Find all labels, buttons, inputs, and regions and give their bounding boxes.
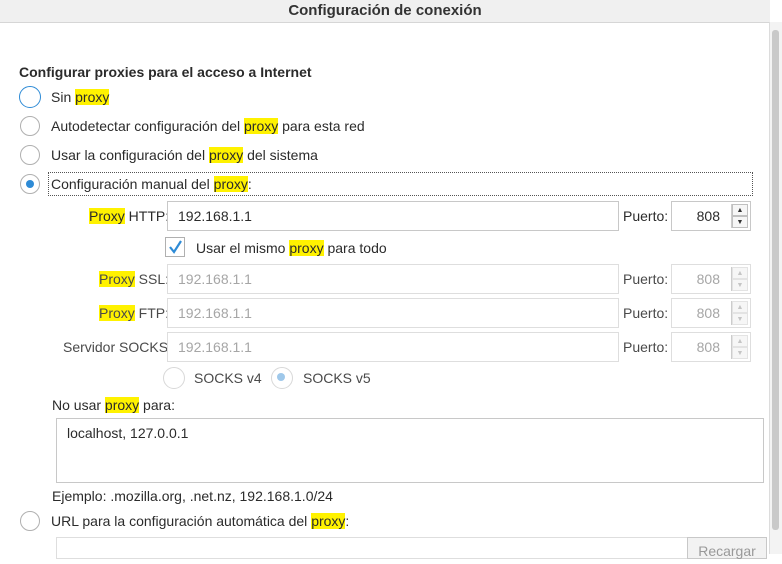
label-same-proxy: Usar el mismo proxy para todo [196, 240, 387, 256]
http-proxy-input[interactable]: 192.168.1.1 [167, 201, 619, 231]
label-auto-detect: Autodetectar configuración del proxy par… [51, 118, 365, 134]
stepper-up-icon[interactable]: ▲ [732, 204, 748, 216]
label-http-proxy: Proxy HTTP: [89, 208, 170, 224]
http-port-stepper[interactable]: 808 ▲ ▼ [671, 201, 751, 231]
label-socks-port: Puerto: [623, 339, 669, 355]
label-no-proxy-for: No usar proxy para: [52, 397, 175, 413]
label-system-proxy: Usar la configuración del proxy del sist… [51, 147, 318, 163]
stepper-up-icon[interactable]: ▲ [732, 335, 748, 347]
label-ftp-port: Puerto: [623, 305, 669, 321]
reload-button[interactable]: Recargar [687, 537, 767, 559]
http-port-value: 808 [696, 208, 720, 224]
ssl-port-value: 808 [696, 271, 720, 287]
auto-config-url-input[interactable] [56, 537, 688, 559]
label-auto-config-url: URL para la configuración automática del… [51, 513, 350, 529]
label-no-proxy: Sin proxy [51, 89, 110, 105]
radio-socks-v4[interactable] [163, 367, 185, 389]
ssl-proxy-input[interactable]: 192.168.1.1 [167, 264, 619, 294]
radio-system-proxy[interactable] [20, 145, 40, 165]
label-manual-proxy: Configuración manual del proxy: [51, 176, 252, 192]
radio-auto-detect[interactable] [20, 116, 40, 136]
socks-port-stepper[interactable]: 808 ▲ ▼ [671, 332, 751, 362]
label-socks-v4: SOCKS v4 [194, 370, 262, 386]
scrollbar[interactable] [769, 22, 782, 554]
stepper-down-icon[interactable]: ▼ [732, 279, 748, 291]
stepper-up-icon[interactable]: ▲ [732, 267, 748, 279]
label-socks-v5: SOCKS v5 [303, 370, 371, 386]
section-title: Configurar proxies para el acceso a Inte… [19, 64, 312, 80]
checkmark-icon [169, 240, 182, 254]
label-http-port: Puerto: [623, 208, 669, 224]
dialog-title: Configuración de conexión [0, 0, 770, 23]
no-proxy-example: Ejemplo: .mozilla.org, .net.nz, 192.168.… [52, 488, 333, 504]
label-ssl-port: Puerto: [623, 271, 669, 287]
radio-socks-v5[interactable] [271, 367, 293, 389]
ftp-port-stepper[interactable]: 808 ▲ ▼ [671, 298, 751, 328]
stepper-up-icon[interactable]: ▲ [732, 301, 748, 313]
radio-auto-config-url[interactable] [20, 511, 40, 531]
stepper-down-icon[interactable]: ▼ [732, 347, 748, 359]
ssl-port-stepper[interactable]: 808 ▲ ▼ [671, 264, 751, 294]
radio-manual-proxy[interactable] [20, 174, 40, 194]
ftp-port-value: 808 [696, 305, 720, 321]
socks-host-input[interactable]: 192.168.1.1 [167, 332, 619, 362]
scrollbar-thumb[interactable] [772, 30, 779, 530]
no-proxy-textarea[interactable]: localhost, 127.0.0.1 [56, 418, 764, 483]
socks-port-value: 808 [696, 339, 720, 355]
label-socks-host: Servidor SOCKS: [63, 339, 172, 355]
stepper-down-icon[interactable]: ▼ [732, 313, 748, 325]
radio-no-proxy[interactable] [19, 86, 41, 108]
label-ftp-proxy: Proxy FTP: [99, 305, 170, 321]
stepper-down-icon[interactable]: ▼ [732, 216, 748, 228]
label-ssl-proxy: Proxy SSL: [99, 271, 170, 287]
ftp-proxy-input[interactable]: 192.168.1.1 [167, 298, 619, 328]
same-proxy-checkbox[interactable] [165, 237, 185, 257]
